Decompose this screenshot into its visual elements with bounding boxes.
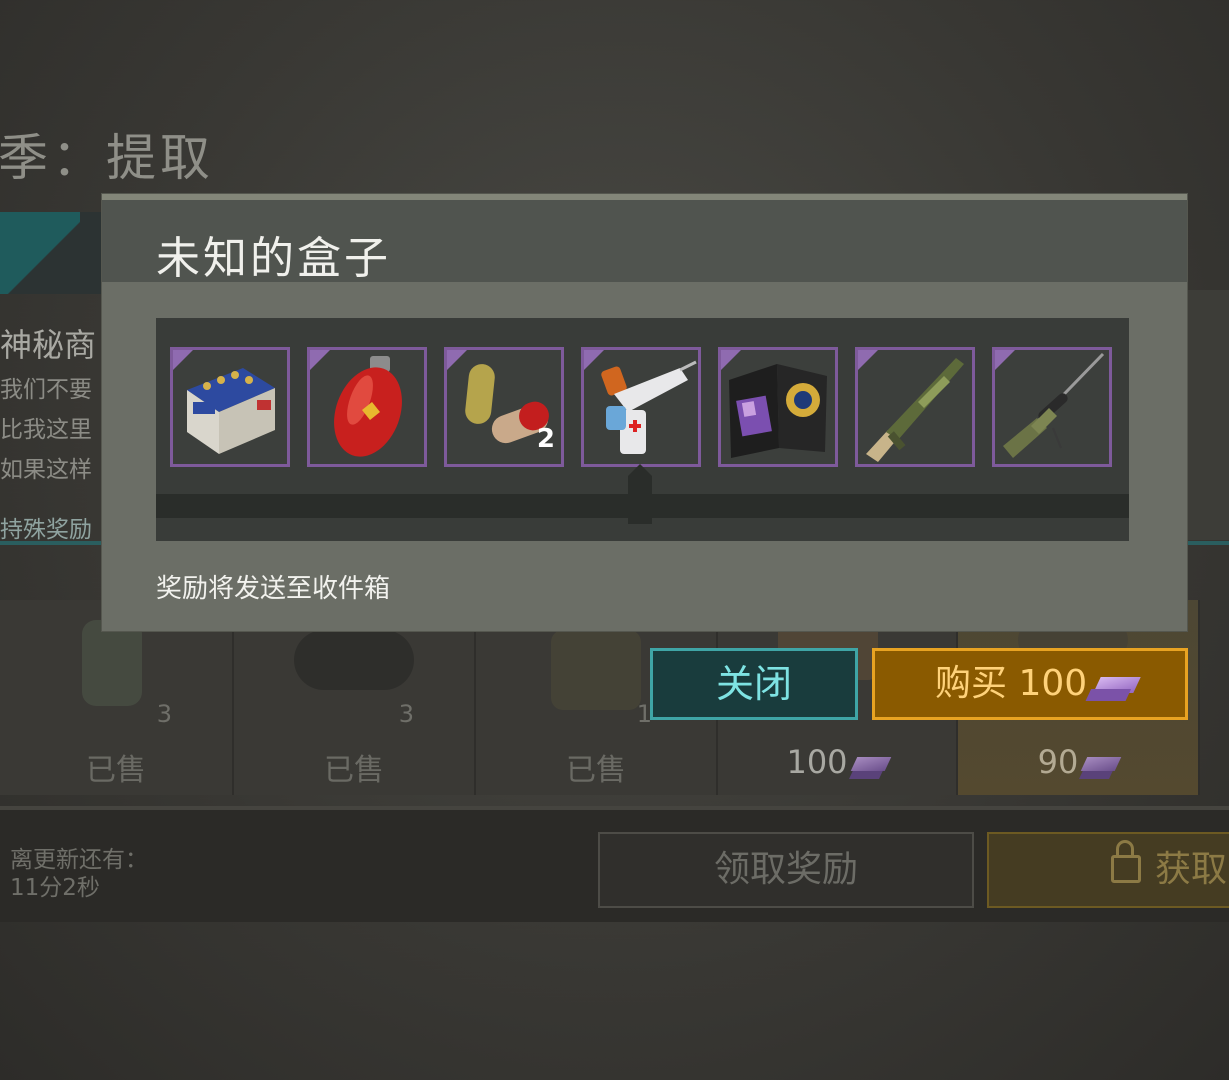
sold-label: 已售 bbox=[324, 753, 384, 788]
item-slot-police-badge[interactable] bbox=[718, 347, 838, 467]
police-badge-icon bbox=[729, 364, 827, 458]
buy-button-label: 购买 100 bbox=[935, 663, 1088, 704]
items-scroll-handle[interactable] bbox=[628, 464, 652, 524]
item-slot-shotgun[interactable] bbox=[855, 347, 975, 467]
backpack-icon bbox=[551, 630, 641, 710]
item-slot-pills[interactable]: 2 bbox=[444, 347, 564, 467]
item-price: 90 bbox=[958, 743, 1198, 781]
item-slot-injector[interactable] bbox=[581, 347, 701, 467]
refresh-time: 11分2秒 bbox=[10, 875, 100, 901]
purple-bar-icon bbox=[1081, 757, 1122, 771]
dialog-title: 未知的盒子 bbox=[156, 233, 391, 284]
injector-gun-icon bbox=[601, 360, 697, 454]
cloth-roll-icon bbox=[294, 630, 414, 690]
shop-description-line: 我们不要 bbox=[0, 377, 92, 403]
battery-icon bbox=[187, 368, 275, 454]
item-quantity: 2 bbox=[536, 424, 555, 454]
reward-note: 奖励将发送至收件箱 bbox=[156, 574, 391, 604]
sold-label: 已售 bbox=[566, 753, 626, 788]
shop-description-line: 如果这样 bbox=[0, 457, 92, 483]
item-count: 3 bbox=[398, 700, 414, 728]
background-panel-edge bbox=[1188, 290, 1229, 540]
item-price: 100 bbox=[718, 743, 956, 781]
gas-canister-icon bbox=[334, 356, 402, 457]
item-count: 3 bbox=[156, 700, 172, 728]
background-tab-accent bbox=[0, 212, 80, 294]
claim-reward-button[interactable]: 领取奖励 bbox=[598, 832, 974, 908]
shop-title: 神秘商 bbox=[0, 326, 97, 364]
refresh-label: 离更新还有： bbox=[10, 847, 148, 873]
item-slot-battery[interactable] bbox=[170, 347, 290, 467]
season-title: 季：提取 bbox=[0, 129, 214, 187]
close-button[interactable]: 关闭 bbox=[650, 648, 858, 720]
buy-button[interactable]: 购买 100 bbox=[872, 648, 1188, 720]
item-slot-gas-canister[interactable] bbox=[307, 347, 427, 467]
sniper-rifle-icon bbox=[1003, 352, 1105, 458]
get-button[interactable]: 获取 bbox=[987, 832, 1229, 908]
unlock-icon bbox=[1111, 840, 1141, 883]
shotgun-icon bbox=[866, 358, 964, 462]
special-reward-label: 持殊奖励 bbox=[0, 517, 92, 543]
unknown-box-dialog: 未知的盒子 2 奖励将发送至收件箱 bbox=[102, 194, 1187, 631]
purple-bar-icon bbox=[850, 757, 891, 771]
purple-bar-icon bbox=[1093, 677, 1141, 693]
get-button-label: 获取 bbox=[1155, 849, 1228, 890]
refresh-timer: 离更新还有： 11分2秒 bbox=[10, 846, 148, 902]
dialog-header: 未知的盒子 bbox=[102, 200, 1187, 284]
sold-label: 已售 bbox=[86, 753, 146, 788]
bottle-icon bbox=[82, 620, 142, 706]
bottom-bar: 离更新还有： 11分2秒 领取奖励 获取 bbox=[0, 806, 1229, 922]
item-slot-sniper-rifle[interactable] bbox=[992, 347, 1112, 467]
shop-description-line: 比我这里 bbox=[0, 417, 92, 443]
items-panel[interactable]: 2 bbox=[156, 318, 1129, 541]
